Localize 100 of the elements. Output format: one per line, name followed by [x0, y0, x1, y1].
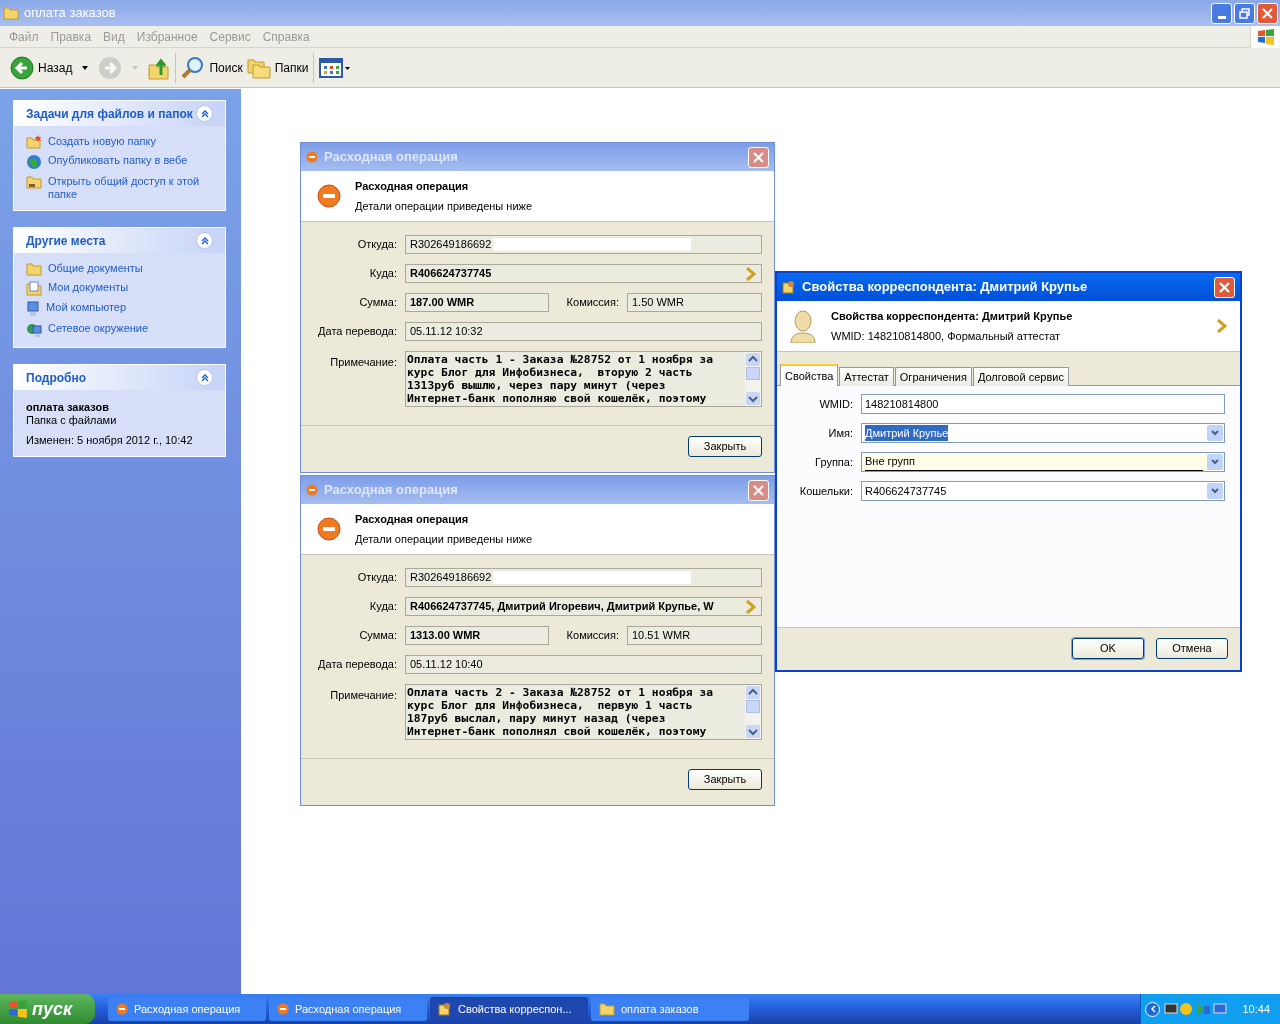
to-field[interactable]: R406624737745, Дмитрий Игоревич, Дмитрий Крупье, W [405, 597, 762, 616]
close-dialog-button[interactable]: Закрыть [688, 769, 762, 790]
folder-icon [3, 6, 19, 20]
chevron-right-icon [1216, 319, 1228, 333]
person-silhouette-icon [789, 309, 817, 343]
amount-field: 1313.00 WMR [405, 626, 549, 645]
double-chevron-up-icon [200, 373, 209, 382]
dialog-button[interactable]: Отмена [1156, 638, 1228, 659]
tray-icons-drawing[interactable] [1164, 1001, 1228, 1017]
dialog-button[interactable]: OK [1072, 638, 1144, 659]
dialog-title: Расходная операция [324, 148, 458, 167]
collapse-button[interactable] [196, 232, 213, 249]
taskbar-button[interactable]: Расходная операция [269, 997, 427, 1021]
close-icon [1262, 7, 1273, 19]
taskbar-button[interactable]: Расходная операция [108, 997, 266, 1021]
folders-icon [246, 56, 271, 79]
panel-title: Подробно [26, 369, 87, 387]
note-line: Интернет-банк пополняю свой кошелёк, поэтому [407, 392, 708, 405]
dropdown-caret-icon [82, 65, 89, 70]
task-link[interactable]: Общие документы [48, 262, 213, 275]
taskbar-button[interactable]: Свойства корреспон... [430, 997, 588, 1021]
close-button[interactable] [1214, 276, 1235, 298]
task-link[interactable]: Мой компьютер [46, 301, 211, 314]
new-folder-icon [26, 135, 42, 149]
field-label: Откуда: [356, 570, 397, 586]
folders-button[interactable]: Папки [244, 51, 311, 84]
dropdown-field[interactable]: R406624737745 [861, 481, 1225, 501]
tab[interactable]: Свойства [780, 364, 839, 386]
scrollbar[interactable] [745, 352, 761, 406]
dialog-title: Расходная операция [324, 481, 458, 500]
clock: 10:44 [1242, 1001, 1270, 1017]
contact-card-icon [438, 1002, 452, 1016]
field-value: Вне групп [865, 453, 1203, 471]
show-hidden-icons-button[interactable] [1145, 1001, 1160, 1017]
scrollbar[interactable] [745, 685, 761, 739]
text-field[interactable]: 148210814800 [861, 394, 1225, 414]
search-button[interactable]: Поиск [179, 51, 245, 84]
close-button[interactable] [748, 146, 769, 168]
minus-circle-icon [317, 184, 341, 208]
close-dialog-button[interactable]: Закрыть [688, 436, 762, 457]
close-icon [753, 484, 764, 496]
task-link[interactable]: Мои документы [48, 281, 213, 294]
dropdown-field[interactable]: Дмитрий Крупье [861, 423, 1225, 443]
field-value: Дмитрий Крупье [865, 424, 949, 442]
window-title: оплата заказов [24, 4, 116, 23]
commission-field: 10.51 WMR [627, 626, 762, 645]
note-line: 1313руб вышлю, через пару минут (через [407, 379, 667, 392]
task-link[interactable]: Создать новую папку [48, 135, 213, 148]
minus-circle-icon [306, 484, 318, 496]
note-line: Оплата часть 2 - Заказа №28752 от 1 ноября за [407, 686, 715, 699]
field-value: 148210814800 [865, 396, 939, 412]
to-field[interactable]: R406624737745 [405, 264, 762, 283]
dialog-subheading: Детали операции приведены ниже [355, 199, 532, 214]
close-button[interactable] [1257, 2, 1278, 24]
note-line: курс Блог для Инфобизнеса, первую 1 часть [407, 699, 694, 712]
field-label: Кошельки: [798, 483, 853, 499]
field-label: Комиссия: [565, 628, 619, 644]
task-link[interactable]: Сетевое окружение [48, 322, 213, 335]
dialog-heading: Свойства корреспондента: Дмитрий Крупье [831, 308, 1073, 324]
minus-circle-icon [116, 1003, 128, 1015]
dialog-subheading: WMID: 148210814800, Формальный аттестат [831, 329, 1062, 344]
tab[interactable]: Аттестат [839, 367, 894, 386]
note-textarea[interactable]: Оплата часть 1 - Заказа №28752 от 1 ноября за курс Блог для Инфобизнеса, вторую 2 часть 1313руб вышлю, через пару минут (через Интернет-банк пополняю свой кошелёк, поэтому [405, 351, 762, 407]
dialog-heading: Расходная операция [355, 178, 470, 194]
dropdown-field[interactable]: Вне групп [861, 452, 1225, 472]
back-button[interactable]: Назад [8, 51, 97, 84]
tab[interactable]: Долговой сервис [972, 367, 1069, 386]
folder-name: оплата заказов [26, 401, 110, 414]
field-label: Куда: [368, 266, 397, 282]
field-label: Примечание: [329, 688, 397, 703]
tab[interactable]: Ограничения [894, 367, 972, 386]
views-grid-icon [319, 57, 352, 78]
scroll-thumb[interactable] [746, 700, 760, 713]
minus-circle-icon [277, 1003, 289, 1015]
task-link[interactable]: Открыть общий доступ к этой папке [48, 175, 213, 201]
collapse-button[interactable] [196, 105, 213, 122]
field-label: Комиссия: [565, 295, 619, 311]
chevron-left-icon [1149, 1005, 1156, 1013]
dropdown-caret-icon [132, 65, 139, 70]
close-icon [1219, 281, 1230, 293]
shared-folder-icon [26, 175, 42, 189]
note-line: Интернет-банк пополнял свой кошелёк, поэтому [407, 725, 708, 738]
collapse-button[interactable] [196, 369, 213, 386]
note-line: курс Блог для Инфобизнеса, вторую 2 часть [407, 366, 694, 379]
restore-button[interactable] [1234, 2, 1255, 24]
double-chevron-up-icon [200, 109, 209, 118]
scroll-thumb[interactable] [746, 367, 760, 380]
minimize-button[interactable] [1211, 2, 1232, 24]
amount-field: 187.00 WMR [405, 293, 549, 312]
field-label: Группа: [814, 454, 853, 470]
note-textarea[interactable]: Оплата часть 2 - Заказа №28752 от 1 ноября за курс Блог для Инфобизнеса, первую 1 часть 187руб выслал, пару минут назад (через Интернет-банк пополнял свой кошелёк, поэтому [405, 684, 762, 740]
field-value: R406624737745, Дмитрий Игоревич, Дмитрий Крупье, W [410, 599, 714, 615]
close-button[interactable] [748, 479, 769, 501]
search-icon [181, 55, 206, 80]
dialog-heading: Расходная операция [355, 511, 470, 527]
field-value: R302649186692 [410, 570, 492, 586]
field-label: Откуда: [356, 237, 397, 253]
taskbar-button[interactable]: оплата заказов [591, 997, 749, 1021]
task-link[interactable]: Опубликовать папку в вебе [48, 154, 213, 167]
chevron-right-icon [745, 266, 757, 281]
